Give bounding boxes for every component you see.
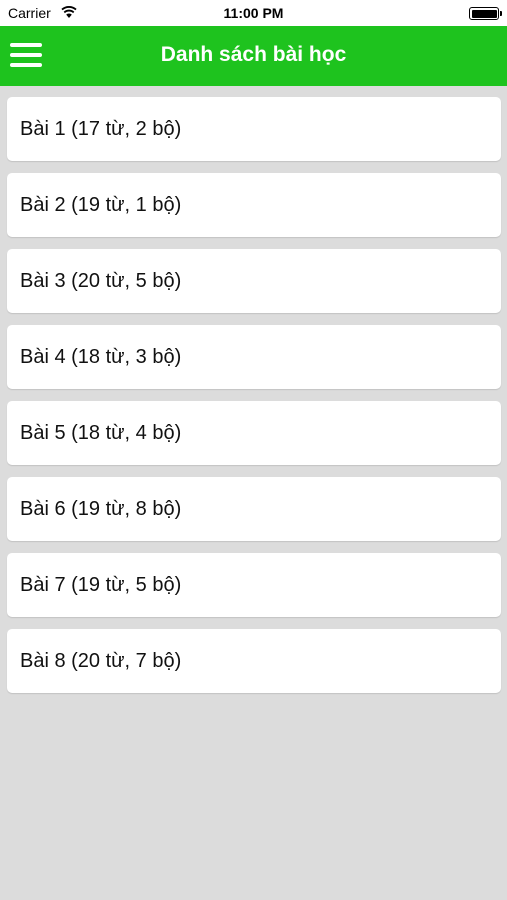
lesson-label: Bài 8 (20 từ, 7 bộ)	[20, 649, 182, 672]
nav-bar: Danh sách bài học	[0, 26, 507, 86]
lesson-list: Bài 1 (17 từ, 2 bộ) Bài 2 (19 từ, 1 bộ) …	[7, 97, 501, 705]
status-bar: Carrier 11:00 PM	[0, 0, 507, 26]
lesson-item-6[interactable]: Bài 6 (19 từ, 8 bộ)	[7, 477, 501, 541]
lesson-label: Bài 7 (19 từ, 5 bộ)	[20, 573, 182, 596]
battery-icon	[469, 7, 502, 20]
lesson-item-4[interactable]: Bài 4 (18 từ, 3 bộ)	[7, 325, 501, 389]
lesson-label: Bài 2 (19 từ, 1 bộ)	[20, 193, 182, 216]
lesson-item-7[interactable]: Bài 7 (19 từ, 5 bộ)	[7, 553, 501, 617]
lesson-item-3[interactable]: Bài 3 (20 từ, 5 bộ)	[7, 249, 501, 313]
lesson-label: Bài 5 (18 từ, 4 bộ)	[20, 421, 182, 444]
lesson-item-5[interactable]: Bài 5 (18 từ, 4 bộ)	[7, 401, 501, 465]
lesson-label: Bài 4 (18 từ, 3 bộ)	[20, 345, 182, 368]
lesson-item-8[interactable]: Bài 8 (20 từ, 7 bộ)	[7, 629, 501, 693]
lesson-label: Bài 6 (19 từ, 8 bộ)	[20, 497, 182, 520]
lesson-item-1[interactable]: Bài 1 (17 từ, 2 bộ)	[7, 97, 501, 161]
page-title: Danh sách bài học	[160, 43, 347, 66]
lesson-item-2[interactable]: Bài 2 (19 từ, 1 bộ)	[7, 173, 501, 237]
lesson-label: Bài 3 (20 từ, 5 bộ)	[20, 269, 182, 292]
clock: 11:00 PM	[223, 5, 284, 21]
lesson-label: Bài 1 (17 từ, 2 bộ)	[20, 117, 182, 140]
